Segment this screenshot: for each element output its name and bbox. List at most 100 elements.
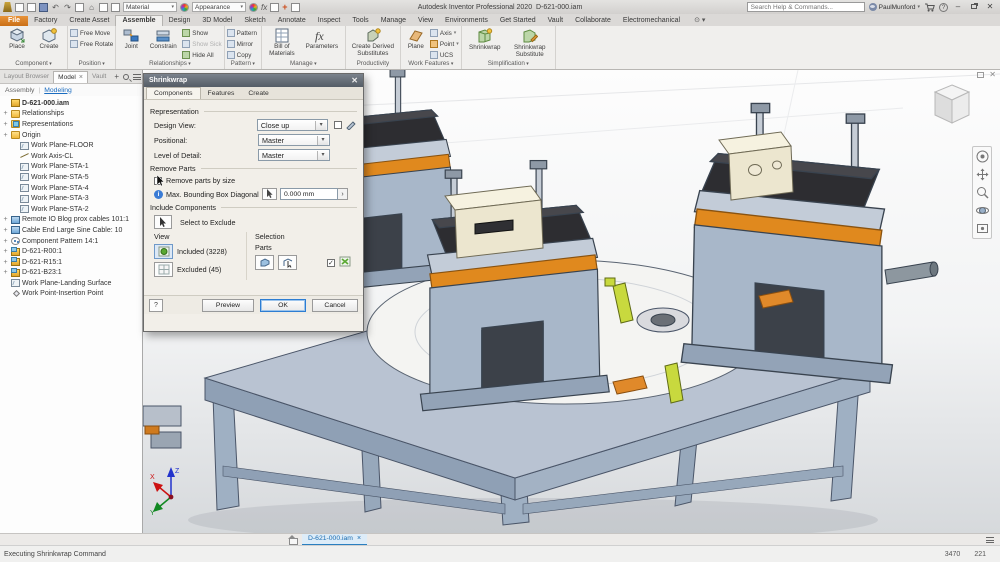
expand-icon[interactable]: [2, 269, 9, 276]
help-button[interactable]: ?: [149, 299, 163, 312]
tab-sketch[interactable]: Sketch: [238, 16, 271, 26]
look-at-icon[interactable]: [976, 222, 989, 235]
adjust-color-icon[interactable]: [249, 3, 258, 12]
group-label-productivity[interactable]: Productivity: [348, 60, 398, 69]
point-button[interactable]: Point ▾: [430, 39, 459, 49]
tree-item[interactable]: Work Plane-STA-2: [2, 204, 142, 215]
tree-item[interactable]: D-621-R00:1: [2, 246, 142, 257]
tab-vault[interactable]: Vault: [88, 71, 110, 82]
tab-vault[interactable]: Vault: [542, 16, 569, 26]
select-parts-button[interactable]: [255, 255, 274, 270]
expand-icon[interactable]: [2, 121, 9, 128]
home-view-icon[interactable]: [287, 535, 298, 544]
select-to-exclude-button[interactable]: [154, 215, 172, 229]
pattern-button[interactable]: Pattern: [227, 28, 257, 38]
return-icon[interactable]: [75, 3, 84, 12]
show-button[interactable]: Show: [182, 28, 221, 38]
tab-create-asset[interactable]: Create Asset: [63, 16, 115, 26]
preview-button[interactable]: Preview: [202, 299, 254, 312]
tree-item[interactable]: Work Plane-STA-4: [2, 183, 142, 194]
positional-select[interactable]: Master: [258, 134, 330, 146]
dialog-title-bar[interactable]: Shrinkwrap ✕: [144, 74, 363, 87]
tree-item[interactable]: Representations: [2, 119, 142, 130]
hamburger-icon[interactable]: [133, 74, 141, 80]
tree-item[interactable]: Work Plane-Landing Surface: [2, 278, 142, 289]
tree-item[interactable]: Work Plane-STA-3: [2, 193, 142, 204]
expand-icon[interactable]: [2, 110, 9, 117]
open-file-icon[interactable]: [27, 3, 36, 12]
restore-button[interactable]: [968, 2, 980, 12]
screen-icon[interactable]: [291, 3, 300, 12]
close-button[interactable]: ✕: [984, 2, 996, 12]
mirror-button[interactable]: Mirror: [227, 39, 257, 49]
cancel-button[interactable]: Cancel: [312, 299, 358, 312]
tree-item[interactable]: Work Plane-FLOOR: [2, 140, 142, 151]
search-input[interactable]: [747, 2, 865, 12]
tab-model[interactable]: Model: [53, 71, 88, 83]
tab-create[interactable]: Create: [241, 88, 275, 99]
spinner-icon[interactable]: ›: [338, 188, 348, 200]
axis-button[interactable]: Axis ▾: [430, 28, 459, 38]
view-cube[interactable]: [926, 80, 978, 130]
ucs-button[interactable]: UCS: [430, 50, 459, 60]
expand-icon[interactable]: [2, 132, 9, 139]
parameters-fx-icon[interactable]: fx: [261, 3, 267, 12]
tree-item[interactable]: Work Plane-STA-5: [2, 172, 142, 183]
restore-window-icon[interactable]: [977, 72, 984, 78]
group-label-position[interactable]: Position: [70, 60, 113, 69]
tab-get-started[interactable]: Get Started: [494, 16, 542, 26]
tab-assemble[interactable]: Assemble: [115, 15, 162, 26]
included-toggle-button[interactable]: [154, 244, 173, 259]
hide-all-button[interactable]: Hide All: [182, 50, 221, 60]
free-move-button[interactable]: Free Move: [70, 28, 113, 38]
excluded-toggle-button[interactable]: [154, 262, 173, 277]
diagonal-value-input[interactable]: 0.000 mm: [280, 188, 338, 200]
add-icon[interactable]: +: [282, 2, 287, 12]
tree-item[interactable]: Work Axis-CL: [2, 151, 142, 162]
free-rotate-button[interactable]: Free Rotate: [70, 39, 113, 49]
tab-inspect[interactable]: Inspect: [312, 16, 347, 26]
appearance-select[interactable]: Appearance: [192, 2, 246, 12]
joint-button[interactable]: Joint: [118, 27, 144, 52]
minimize-button[interactable]: –: [952, 2, 964, 12]
tab-design[interactable]: Design: [163, 16, 197, 26]
material-select[interactable]: Material: [123, 2, 177, 12]
design-view-associative-checkbox[interactable]: [334, 121, 342, 129]
tree-item[interactable]: D-621-R15:1: [2, 257, 142, 268]
expand-icon[interactable]: [2, 259, 9, 266]
redo-icon[interactable]: ↷: [63, 3, 72, 12]
undo-icon[interactable]: ↶: [51, 3, 60, 12]
group-label-relationships[interactable]: Relationships: [118, 60, 221, 69]
design-view-select[interactable]: Close up: [257, 119, 328, 131]
group-label-component[interactable]: Component: [2, 60, 65, 69]
group-label-work-features[interactable]: Work Features: [403, 60, 459, 69]
tab-manage[interactable]: Manage: [375, 16, 412, 26]
create-derived-substitutes-button[interactable]: Create Derived Substitutes: [348, 27, 398, 59]
select-parts-cursor-button[interactable]: [278, 255, 297, 270]
user-account[interactable]: PaulMunford ▾: [869, 3, 920, 11]
tab-layout-browser[interactable]: Layout Browser: [0, 71, 53, 82]
diagonal-pick-button[interactable]: [262, 188, 277, 200]
tab-collaborate[interactable]: Collaborate: [569, 16, 617, 26]
home-icon[interactable]: ⌂: [87, 3, 96, 12]
tree-item[interactable]: Origin: [2, 130, 142, 141]
group-label-manage[interactable]: Manage: [264, 60, 343, 69]
orbit-icon[interactable]: [976, 204, 989, 217]
navigation-wheel-icon[interactable]: [976, 150, 989, 163]
constrain-button[interactable]: Constrain: [145, 27, 181, 52]
tab-3d-model[interactable]: 3D Model: [196, 16, 238, 26]
zoom-icon[interactable]: [976, 186, 989, 199]
mode-assembly[interactable]: Assembly: [5, 87, 34, 94]
close-window-icon[interactable]: ✕: [989, 72, 996, 78]
pan-icon[interactable]: [976, 168, 989, 181]
tree-item[interactable]: Component Pattern 14:1: [2, 236, 142, 247]
tab-annotate[interactable]: Annotate: [272, 16, 312, 26]
tab-components[interactable]: Components: [146, 87, 201, 99]
bill-of-materials-button[interactable]: Bill of Materials: [264, 27, 300, 59]
selection-checkbox[interactable]: [327, 259, 335, 267]
measure-icon[interactable]: [270, 3, 279, 12]
tab-view[interactable]: View: [412, 16, 439, 26]
document-tab[interactable]: D-621-000.iam: [302, 534, 367, 546]
shrinkwrap-substitute-button[interactable]: Shrinkwrap Substitute: [507, 27, 553, 60]
place-button[interactable]: Place: [2, 27, 32, 52]
